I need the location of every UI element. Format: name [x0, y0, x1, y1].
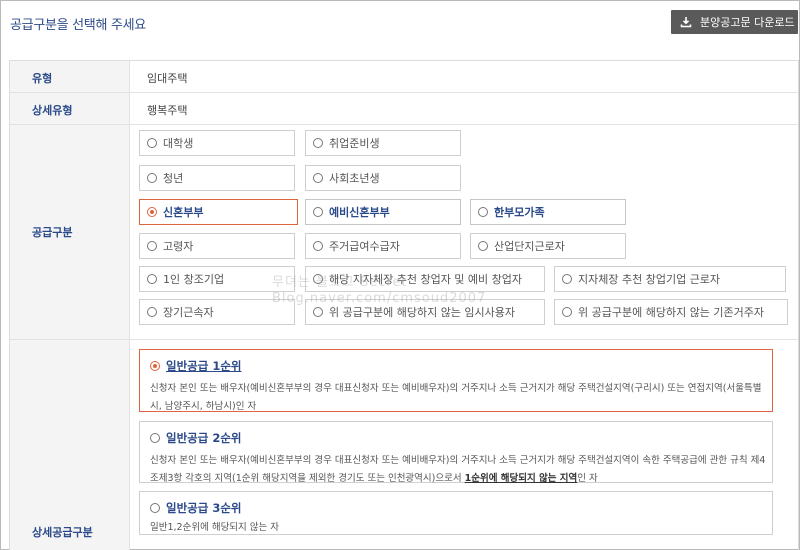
supply-option-engaged-couple[interactable]: 예비신혼부부 — [305, 199, 461, 225]
radio-icon — [147, 274, 157, 284]
supply-option-long-term-employee[interactable]: 장기근속자 — [139, 299, 295, 325]
radio-icon — [150, 433, 160, 443]
detail-option-title: 일반공급 2순위 — [166, 431, 242, 445]
detail-option-priority-3[interactable]: 일반공급 3순위 일반1,2순위에 해당되지 않는 자 — [139, 491, 773, 535]
supply-option-existing-resident[interactable]: 위 공급구분에 해당하지 않는 기존거주자 — [554, 299, 788, 325]
selection-table: 유형 임대주택 상세유형 행복주택 공급구분 상세공급구분 대학생 취업준비생 … — [9, 60, 799, 550]
row-divider — [10, 339, 798, 340]
type-label: 유형 — [32, 72, 53, 85]
radio-icon — [313, 307, 323, 317]
row-divider — [10, 124, 798, 125]
radio-icon — [562, 274, 572, 284]
supply-option-newlyweds[interactable]: 신혼부부 — [139, 199, 298, 225]
supply-option-university-student[interactable]: 대학생 — [139, 130, 295, 156]
radio-icon — [313, 241, 323, 251]
supply-option-recommended-founder[interactable]: 해당 지자체장 추천 창업자 및 예비 창업자 — [305, 266, 545, 292]
radio-icon — [313, 138, 323, 148]
supply-option-housing-benefit[interactable]: 주거급여수급자 — [305, 233, 461, 259]
download-notice-button[interactable]: 분양공고문 다운로드 — [671, 10, 798, 34]
radio-selected-icon — [147, 207, 157, 217]
subtype-value: 행복주택 — [147, 104, 188, 117]
radio-icon — [313, 274, 323, 284]
download-icon — [680, 17, 692, 28]
detail-option-description: 일반1,2순위에 해당되지 않는 자 — [150, 522, 280, 533]
radio-icon — [478, 241, 488, 251]
label-column — [10, 61, 130, 550]
supply-option-job-seeker[interactable]: 취업준비생 — [305, 130, 461, 156]
detail-option-title: 일반공급 1순위 — [166, 359, 242, 373]
supply-option-one-person-business[interactable]: 1인 창조기업 — [139, 266, 295, 292]
type-value: 임대주택 — [147, 72, 188, 85]
detail-supply-type-label: 상세공급구분 — [32, 526, 93, 539]
radio-selected-icon — [150, 361, 160, 371]
subtype-label: 상세유형 — [32, 104, 73, 117]
supply-option-new-worker[interactable]: 사회초년생 — [305, 165, 461, 191]
supply-option-industrial-worker[interactable]: 산업단지근로자 — [470, 233, 626, 259]
radio-icon — [562, 307, 572, 317]
supply-option-temporary-user[interactable]: 위 공급구분에 해당하지 않는 임시사용자 — [305, 299, 545, 325]
supply-type-label: 공급구분 — [32, 226, 73, 239]
supply-option-elderly[interactable]: 고령자 — [139, 233, 295, 259]
detail-option-priority-2[interactable]: 일반공급 2순위 신청자 본인 또는 배우자(예비신혼부부의 경우 대표신청자 … — [139, 421, 773, 484]
detail-option-title: 일반공급 3순위 — [166, 501, 242, 515]
supply-option-single-parent[interactable]: 한부모가족 — [470, 199, 626, 225]
detail-option-priority-1[interactable]: 일반공급 1순위 신청자 본인 또는 배우자(예비신혼부부의 경우 대표신청자 … — [139, 349, 773, 412]
detail-option-description: 신청자 본인 또는 배우자(예비신혼부부의 경우 대표신청자 또는 예비배우자)… — [150, 383, 762, 412]
supply-option-youth[interactable]: 청년 — [139, 165, 295, 191]
radio-icon — [150, 503, 160, 513]
radio-icon — [147, 173, 157, 183]
row-divider — [10, 92, 798, 93]
page-title: 공급구분을 선택해 주세요 — [10, 18, 146, 33]
radio-icon — [313, 207, 323, 217]
radio-icon — [147, 307, 157, 317]
radio-icon — [147, 138, 157, 148]
emphasized-region-text: 1순위에 해당되지 않는 지역 — [464, 473, 578, 484]
supply-option-startup-employee[interactable]: 지자체장 추천 창업기업 근로자 — [554, 266, 786, 292]
radio-icon — [313, 173, 323, 183]
download-button-label: 분양공고문 다운로드 — [700, 16, 795, 29]
radio-icon — [147, 241, 157, 251]
radio-icon — [478, 207, 488, 217]
detail-option-description: 신청자 본인 또는 배우자(예비신혼부부의 경우 대표신청자 또는 예비배우자)… — [150, 455, 766, 484]
